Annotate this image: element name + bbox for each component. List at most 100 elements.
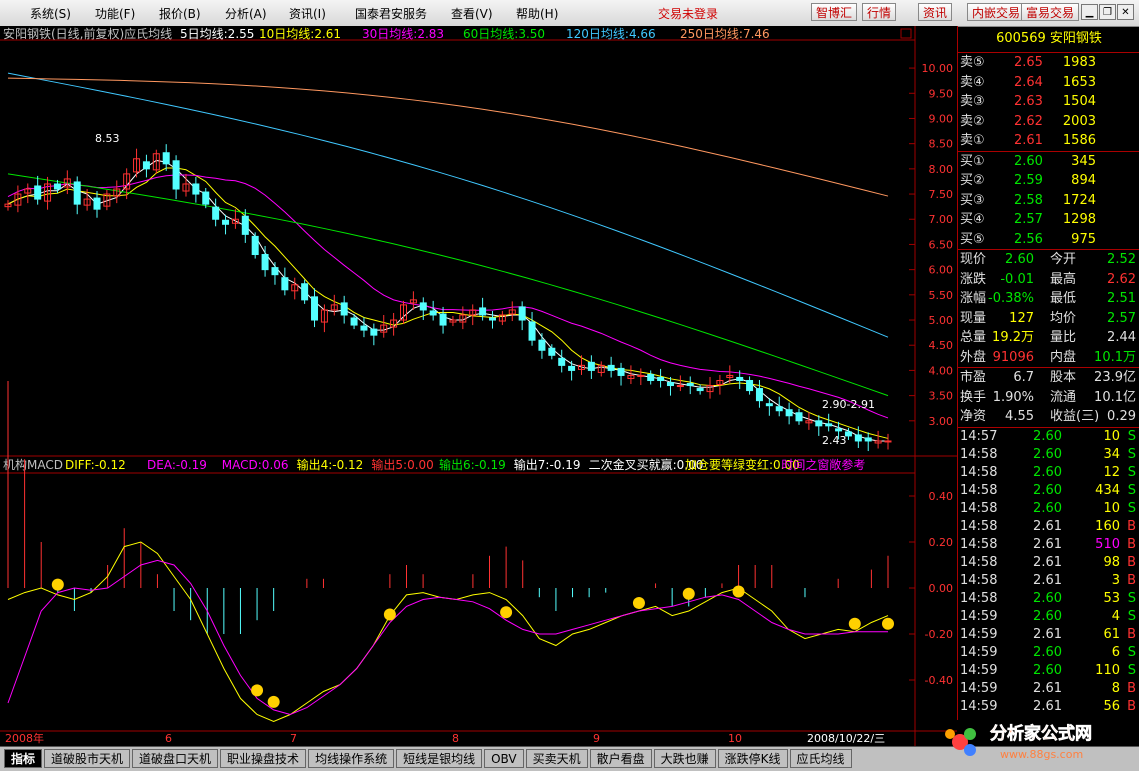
tick-row: 14:58 2.60 34 S — [958, 446, 1139, 464]
macd-legend-item: 输出5:0.00 — [371, 457, 433, 472]
news-button[interactable]: 资讯 — [918, 3, 953, 21]
fuyi-trade-button[interactable]: 富易交易 — [1021, 3, 1080, 21]
x-tick-label: 2008/10/22/三 — [807, 732, 885, 745]
menu-system[interactable]: 系统(S) — [30, 5, 71, 22]
stat-value: 2.44 — [1107, 330, 1136, 345]
stat-label: 外盘 — [960, 349, 987, 365]
macd-legend-item: 时间之窗敞参考 — [781, 457, 865, 472]
candle-body — [775, 406, 783, 412]
tick-row: 14:59 2.60 6 S — [958, 644, 1139, 662]
chart-area[interactable]: 安阳钢铁(日线,前复权)应氏均线 5日均线:2.55 10日均线:2.61 30… — [0, 26, 957, 746]
tab-8[interactable]: 散户看盘 — [589, 749, 652, 768]
embedded-trade-button[interactable]: 内嵌交易 — [967, 3, 1026, 21]
fund-label: 换手 — [960, 389, 987, 405]
candle-body — [222, 219, 230, 225]
smiley-marker-icon — [848, 617, 861, 630]
candle-body — [34, 185, 42, 200]
restore-icon[interactable]: ❐ — [1099, 4, 1116, 20]
tick-row: 14:58 2.61 160 B — [958, 518, 1139, 536]
ma30-label: 30日均线:2.83 — [362, 27, 444, 41]
tick-time: 14:58 — [960, 482, 998, 498]
tick-side: S — [1127, 464, 1136, 480]
stat-value: 2.57 — [1107, 310, 1136, 326]
tab-0[interactable]: 指标 — [4, 749, 43, 768]
tick-time: 14:58 — [960, 590, 998, 606]
menu-quote[interactable]: 报价(B) — [159, 5, 201, 22]
candle-body — [261, 254, 269, 271]
y-tick-label: 8.50 — [929, 138, 954, 151]
candle-body — [835, 428, 843, 432]
x-tick-label: 6 — [165, 732, 172, 745]
order-volume: 1653 — [1062, 74, 1096, 90]
market-button[interactable]: 行情 — [862, 3, 897, 21]
candle-body — [884, 440, 892, 443]
tick-price: 2.61 — [1033, 554, 1062, 570]
menu-view[interactable]: 查看(V) — [451, 5, 493, 22]
tick-row: 14:59 2.61 56 B — [958, 698, 1139, 716]
tab-10[interactable]: 涨跌停K线 — [717, 749, 788, 768]
tab-11[interactable]: 应氏均线 — [789, 749, 852, 768]
tick-volume: 12 — [1103, 464, 1120, 480]
stat-value: 91096 — [992, 349, 1034, 365]
menu-help[interactable]: 帮助(H) — [516, 5, 558, 22]
tick-time: 14:58 — [960, 500, 998, 516]
tab-2[interactable]: 道破盘口天机 — [132, 749, 219, 768]
candle-body — [370, 328, 378, 336]
macd-legend-item: 输出6:-0.19 — [439, 457, 506, 472]
tab-4[interactable]: 均线操作系统 — [308, 749, 395, 768]
ma5-label: 5日均线:2.55 — [180, 27, 254, 41]
stat-label: 最高 — [1050, 271, 1077, 287]
candle-body — [795, 412, 803, 422]
menu-gtja-service[interactable]: 国泰君安服务 — [355, 5, 427, 22]
order-volume: 975 — [1071, 231, 1096, 247]
x-tick-label: 2008年 — [5, 731, 44, 745]
zhibohui-button[interactable]: 智博汇 — [811, 3, 858, 21]
order-price: 2.57 — [1014, 212, 1043, 227]
tick-row: 14:58 2.61 510 B — [958, 536, 1139, 554]
tab-9[interactable]: 大跌也赚 — [653, 749, 716, 768]
site-logo: 分析家公式网 www.88gs.com — [945, 723, 1092, 761]
candle-body — [479, 307, 487, 316]
stat-label: 今开 — [1050, 252, 1077, 267]
tick-volume: 4 — [1111, 608, 1120, 624]
menu-info[interactable]: 资讯(I) — [289, 5, 326, 22]
y-tick-label: 9.50 — [929, 87, 954, 100]
stat-value: -0.38% — [988, 291, 1034, 306]
order-volume: 1504 — [1062, 94, 1096, 109]
fund-label: 股本 — [1050, 370, 1077, 385]
close-icon[interactable]: ✕ — [1117, 4, 1134, 20]
tick-time: 14:58 — [960, 446, 998, 462]
menu-analysis[interactable]: 分析(A) — [225, 5, 267, 22]
y-tick-label: 5.00 — [929, 314, 954, 327]
minimize-icon[interactable]: ▁ — [1081, 4, 1098, 20]
tab-7[interactable]: 买卖天机 — [525, 749, 588, 768]
tab-6[interactable]: OBV — [484, 749, 524, 768]
fund-label: 市盈 — [960, 370, 987, 385]
menu-function[interactable]: 功能(F) — [95, 5, 135, 22]
stat-label: 涨跌 — [960, 271, 987, 287]
tick-row: 14:59 2.60 4 S — [958, 608, 1139, 626]
candle-body — [528, 321, 536, 341]
tab-1[interactable]: 道破股市天机 — [44, 749, 131, 768]
candle-body — [854, 434, 862, 442]
order-row: 买① 2.60 345 — [958, 152, 1139, 172]
order-price: 2.60 — [1014, 153, 1043, 169]
tab-5[interactable]: 短线是银均线 — [396, 749, 483, 768]
tick-side: S — [1127, 482, 1136, 498]
tick-time: 14:58 — [960, 464, 998, 480]
fund-value: 4.55 — [1005, 409, 1034, 424]
macd-legend-item: 输出4:-0.12 — [297, 457, 364, 472]
order-label: 卖② — [960, 113, 985, 129]
order-row: 卖④ 2.64 1653 — [958, 73, 1139, 93]
stat-label: 量比 — [1050, 330, 1077, 345]
y-tick-label: 4.00 — [929, 364, 954, 377]
order-price: 2.65 — [1014, 55, 1043, 70]
tab-3[interactable]: 职业操盘技术 — [220, 749, 307, 768]
fundamentals: 市盈 6.7 股本 23.9亿 换手 1.90% 流通 10.1亿 净资 4.55 收益(三) 0.2… — [958, 368, 1139, 428]
candle-body — [419, 302, 427, 311]
order-row: 买③ 2.58 1724 — [958, 191, 1139, 211]
tick-volume: 8 — [1111, 680, 1120, 696]
smiley-marker-icon — [51, 578, 64, 591]
order-label: 买② — [960, 173, 985, 188]
tick-list[interactable]: 14:57 2.60 10 S 14:58 2.60 34 S 14:58 2.60 12 S 14:5… — [958, 428, 1139, 716]
